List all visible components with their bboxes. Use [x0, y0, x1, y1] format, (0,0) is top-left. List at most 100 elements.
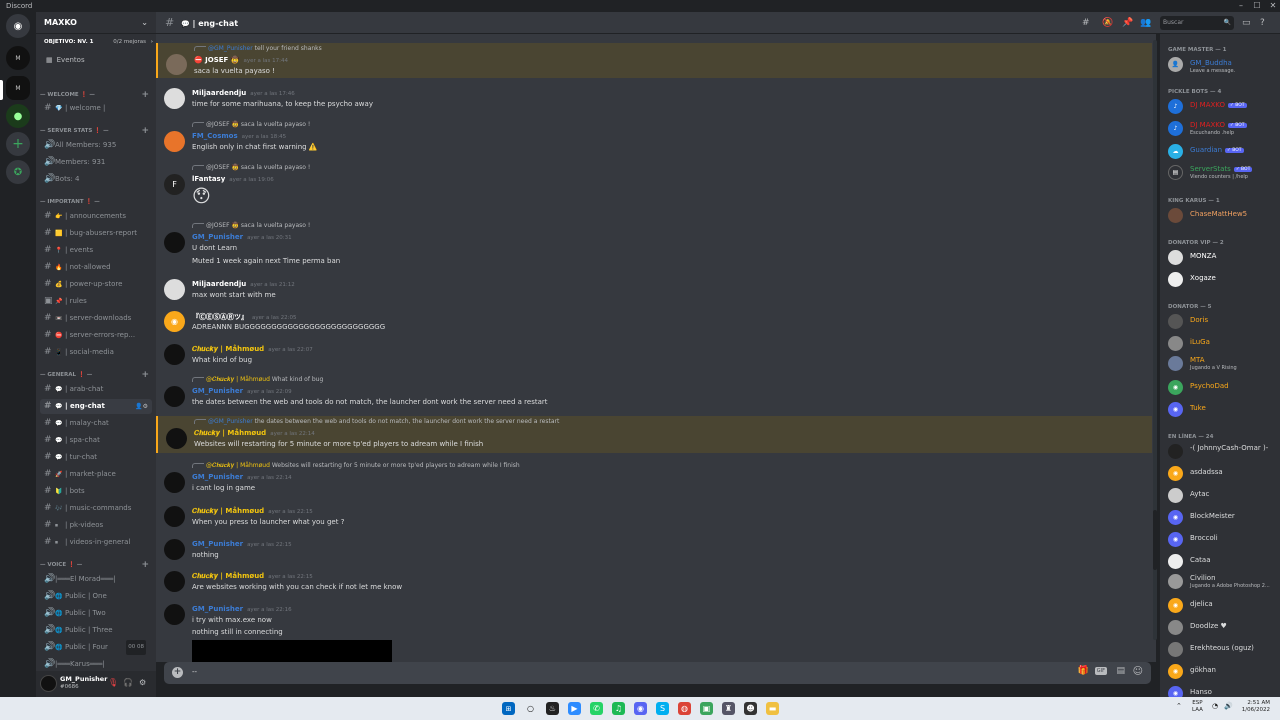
avatar[interactable] [164, 506, 185, 527]
discord-avatar-icon[interactable]: ◉ [164, 311, 185, 332]
avatar[interactable] [164, 88, 185, 109]
member-item[interactable]: ◉ gökhan [1168, 662, 1278, 682]
message[interactable]: 𝑪𝒉𝒖𝒄𝒌𝒚 | Måhmøud ayer a las 22:07 What ki… [156, 342, 1152, 368]
member-item[interactable]: Civilion Jugando a Adobe Photoshop 2... [1168, 572, 1278, 592]
member-item[interactable]: Erekhteous (oguz) [1168, 640, 1278, 660]
add-channel-icon[interactable]: + [141, 125, 149, 137]
member-item[interactable]: MONZA [1168, 248, 1278, 268]
member-item[interactable]: ◉ Hanso [1168, 684, 1278, 697]
headphones-icon[interactable]: 🎧 [123, 678, 133, 687]
settings-icon[interactable]: 👤⚙ [135, 399, 148, 414]
member-item[interactable]: -( JohnnyCash-Omar )- [1168, 442, 1278, 464]
channel-social-media[interactable]: # 📱 | social-media [40, 345, 152, 360]
channel-announcements[interactable]: # 👉 | announcements [40, 209, 152, 224]
channel-arab-chat[interactable]: # 💬 | arab-chat [40, 382, 152, 397]
member-item[interactable]: iLuGa [1168, 334, 1278, 354]
member-item[interactable]: ▤ ServerStats ✓ BOT Viendo counters | /help [1168, 163, 1278, 183]
message-author[interactable]: ⛔ JOSEF 🤠 ayer a las 17:44 [194, 56, 288, 64]
member-item[interactable]: Aytac [1168, 486, 1278, 506]
pin-icon[interactable]: 📌 [1122, 12, 1133, 34]
avatar[interactable] [164, 604, 185, 625]
discord-home-icon[interactable]: ◉ [6, 14, 30, 38]
message[interactable]: @JOSEF 🤠 saca la vuelta payaso ! FM_Cosm… [156, 119, 1152, 155]
message[interactable]: F @JOSEF 🤠 saca la vuelta payaso ! lFant… [156, 162, 1152, 212]
message[interactable]: @𝑪𝒉𝒖𝒄𝒌𝒚 | Måhmøud Websites will restarti… [156, 460, 1152, 496]
message-author[interactable]: lFantasy ayer a las 19:06 [192, 175, 274, 183]
server-header[interactable]: MAXKO ⌄ [36, 12, 156, 34]
message-author[interactable]: 𝑪𝒉𝒖𝒄𝒌𝒚 | Måhmøud ayer a las 22:14 [194, 429, 315, 438]
avatar[interactable] [164, 472, 185, 493]
message-author[interactable]: Miljaardendju ayer a las 21:12 [192, 280, 295, 288]
channel-videos-in-general[interactable]: # ⏹ | videos-in-general [40, 535, 152, 550]
message[interactable]: 𝑪𝒉𝒖𝒄𝒌𝒚 | Måhmøud ayer a las 22:15 Are web… [156, 569, 1152, 595]
avatar[interactable] [166, 428, 187, 449]
message[interactable]: Miljaardendju ayer a las 21:12 max wont s… [156, 277, 1152, 303]
gif-icon[interactable]: GIF [1094, 667, 1107, 675]
message-input[interactable]: + -- 🎁 GIF ▤ ☺ [164, 662, 1151, 684]
message-author[interactable]: 𝑪𝒉𝒖𝒄𝒌𝒚 | Måhmøud ayer a las 22:15 [192, 507, 313, 516]
chrome-icon[interactable]: ◍ [678, 702, 691, 715]
add-attachment-icon[interactable]: + [172, 667, 183, 678]
member-item[interactable]: 👤 GM_Buddha Leave a message. [1168, 55, 1278, 75]
message[interactable]: GM_Punisher ayer a las 22:15 nothing [156, 537, 1152, 563]
channel-events[interactable]: # 📍 | events [40, 243, 152, 258]
avatar[interactable] [164, 539, 185, 560]
emoji-icon[interactable]: ☺ [1133, 666, 1143, 677]
search-input[interactable]: Buscar 🔍 [1160, 16, 1234, 30]
message[interactable]: GM_Punisher ayer a las 22:16 i try with m… [156, 602, 1152, 662]
channel-server-errors[interactable]: # ⛔ | server-errors-rep... [40, 328, 152, 343]
threads-icon[interactable]: # [1082, 12, 1090, 34]
message-author[interactable]: GM_Punisher ayer a las 22:09 [192, 387, 292, 395]
voice-all-members[interactable]: 🔊All Members: 935 [40, 138, 152, 153]
member-item[interactable]: ChaseMattHew5 [1168, 206, 1278, 226]
server-icon-active[interactable]: M [6, 76, 30, 100]
member-item[interactable]: Xogaze [1168, 270, 1278, 290]
message-author[interactable]: GM_Punisher ayer a las 22:16 [192, 605, 292, 613]
message[interactable]: Miljaardendju ayer a las 17:46 time for s… [156, 86, 1152, 112]
mute-icon[interactable]: 🎙 [108, 678, 118, 687]
member-item[interactable]: ◉ Broccoli [1168, 530, 1278, 550]
channel-market-place[interactable]: # 🚀 | market-place [40, 467, 152, 482]
member-item[interactable]: Doris [1168, 312, 1278, 332]
voice-public-three[interactable]: 🔊🌐 Public | Three [40, 623, 152, 638]
member-item[interactable]: ◉ djelica [1168, 596, 1278, 616]
voice-members[interactable]: 🔊Members: 931 [40, 155, 152, 170]
channel-rules[interactable]: ▣ 📌 | rules [40, 294, 152, 309]
help-icon[interactable]: ? [1260, 12, 1265, 34]
wifi-icon[interactable]: ◔ [1212, 702, 1218, 710]
maximize-icon[interactable]: ☐ [1250, 0, 1264, 12]
explore-servers-icon[interactable]: ✪ [6, 160, 30, 184]
avatar[interactable] [40, 675, 57, 692]
voice-public-two[interactable]: 🔊🌐 Public | Two [40, 606, 152, 621]
message-author[interactable]: FM_Cosmos ayer a las 18:45 [192, 132, 286, 140]
message[interactable]: @GM_Punisher tell your friend shanks ⛔ J… [156, 43, 1152, 78]
channel-bug-abusers[interactable]: # 🟨 | bug-abusers-report [40, 226, 152, 241]
message[interactable]: 𝑪𝒉𝒖𝒄𝒌𝒚 | Måhmøud ayer a las 22:15 When yo… [156, 504, 1152, 530]
category-voice[interactable]: — VOICE ❗ — + [36, 559, 156, 571]
channel-not-allowed[interactable]: # 🔥 | not-allowed [40, 260, 152, 275]
category-important[interactable]: — IMPORTANT ❗ — [36, 196, 156, 208]
zoom-icon[interactable]: ▶ [568, 702, 581, 715]
minimize-icon[interactable]: – [1234, 0, 1248, 12]
member-item[interactable]: Doodlze ♥ [1168, 618, 1278, 638]
member-item[interactable]: ◉ Tuke [1168, 400, 1278, 420]
add-channel-icon[interactable]: + [141, 559, 149, 571]
channel-pk-videos[interactable]: # ⏹ | pk-videos [40, 518, 152, 533]
member-item[interactable]: ◉ asdadssa [1168, 464, 1278, 484]
windows-start-icon[interactable]: ⊞ [502, 702, 515, 715]
channel-malay-chat[interactable]: # 💬 | malay-chat [40, 416, 152, 431]
scrollbar[interactable] [1153, 40, 1157, 640]
reply-preview[interactable]: @𝑪𝒉𝒖𝒄𝒌𝒚 | Måhmøud Websites will restarti… [192, 462, 520, 470]
reply-preview[interactable]: @JOSEF 🤠 saca la vuelta payaso ! [192, 121, 310, 128]
avatar[interactable] [164, 344, 185, 365]
events-item[interactable]: ▦ Eventos [36, 51, 156, 70]
skype-icon[interactable]: S [656, 702, 669, 715]
steam-icon[interactable]: ♨ [546, 702, 559, 715]
channel-bots[interactable]: # 🔰 | bots [40, 484, 152, 499]
add-server-icon[interactable]: + [6, 132, 30, 156]
avatar[interactable] [164, 571, 185, 592]
reply-preview[interactable]: @JOSEF 🤠 saca la vuelta payaso ! [192, 222, 310, 229]
reply-preview[interactable]: @JOSEF 🤠 saca la vuelta payaso ! [192, 164, 310, 171]
voice-el-morad[interactable]: 🔊|═══El Morad═══| [40, 572, 152, 587]
add-channel-icon[interactable]: + [141, 89, 149, 101]
